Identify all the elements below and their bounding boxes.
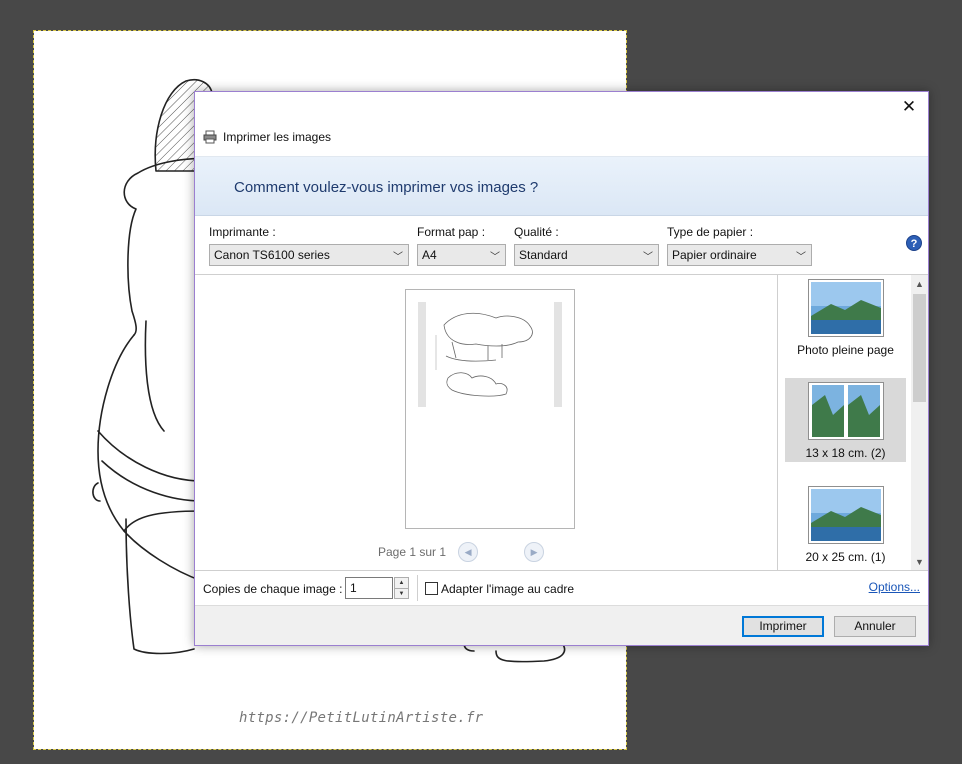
arrow-left-icon: ◀ xyxy=(464,546,472,557)
dialog-titlebar: Imprimer les images xyxy=(203,128,331,146)
chevron-down-icon: ﹀ xyxy=(643,252,653,263)
page-preview xyxy=(405,289,575,529)
paper-type-select[interactable]: Papier ordinaire ﹀ xyxy=(667,244,812,266)
layout-thumbnail xyxy=(807,382,884,440)
layout-label: 20 x 25 cm. (1) xyxy=(805,550,886,564)
scroll-down-icon[interactable]: ▼ xyxy=(915,557,924,567)
layout-thumbnail xyxy=(807,486,884,544)
printer-control: Imprimante : Canon TS6100 series ﹀ xyxy=(209,225,409,266)
copies-spinner: ▲ ▼ xyxy=(394,577,409,599)
layout-item-20x25[interactable]: 20 x 25 cm. (1) xyxy=(785,482,906,566)
divider xyxy=(417,575,418,601)
next-page-button[interactable]: ▶ xyxy=(524,542,545,562)
arrow-right-icon: ▶ xyxy=(530,546,538,557)
layout-list: Photo pleine page 13 x 18 cm. (2) 20 x 2… xyxy=(777,274,911,570)
paper-type-label: Type de papier : xyxy=(667,225,754,239)
printer-icon xyxy=(203,130,217,144)
close-button[interactable]: ✕ xyxy=(896,95,922,119)
paper-size-label: Format pap : xyxy=(417,225,486,239)
print-settings-row: Imprimante : Canon TS6100 series ﹀ Forma… xyxy=(195,222,928,274)
copies-label: Copies de chaque image : xyxy=(203,582,343,596)
printer-value: Canon TS6100 series xyxy=(214,248,330,262)
paper-type-value: Papier ordinaire xyxy=(672,248,757,262)
quality-select[interactable]: Standard ﹀ xyxy=(514,244,659,266)
page-navigation: Page 1 sur 1 ◀ ▶ xyxy=(378,541,578,563)
printer-label: Imprimante : xyxy=(209,225,276,239)
layout-label: Photo pleine page xyxy=(797,343,894,357)
paper-size-control: Format pap : A4 ﹀ xyxy=(417,225,506,266)
quality-label: Qualité : xyxy=(514,225,559,239)
two-photos-icon xyxy=(811,385,880,437)
paper-type-control: Type de papier : Papier ordinaire ﹀ xyxy=(667,225,812,266)
cancel-button[interactable]: Annuler xyxy=(834,616,916,637)
page-indicator: Page 1 sur 1 xyxy=(378,545,447,559)
increment-button[interactable]: ▲ xyxy=(395,578,408,588)
quality-value: Standard xyxy=(519,248,568,262)
scrollbar-thumb[interactable] xyxy=(913,294,926,402)
landscape-photo-icon xyxy=(810,282,881,334)
paper-size-select[interactable]: A4 ﹀ xyxy=(417,244,506,266)
dialog-question: Comment voulez-vous imprimer vos images … xyxy=(234,179,539,196)
close-icon: ✕ xyxy=(901,97,917,116)
landscape-photo-icon xyxy=(810,489,881,541)
print-preview-pane: Page 1 sur 1 ◀ ▶ xyxy=(195,274,777,570)
help-icon[interactable]: ? xyxy=(906,235,922,251)
layout-item-13x18[interactable]: 13 x 18 cm. (2) xyxy=(785,378,906,462)
fit-to-frame-checkbox[interactable] xyxy=(425,582,438,595)
chevron-down-icon: ﹀ xyxy=(796,252,806,263)
decrement-button[interactable]: ▼ xyxy=(395,588,408,598)
layout-label: 13 x 18 cm. (2) xyxy=(805,446,886,460)
scroll-up-icon[interactable]: ▲ xyxy=(915,279,924,289)
copies-input[interactable]: 1 xyxy=(345,577,393,599)
copies-row: Copies de chaque image : 1 ▲ ▼ Adapter l… xyxy=(195,570,928,605)
fit-to-frame-label[interactable]: Adapter l'image au cadre xyxy=(441,582,574,596)
dialog-footer: Imprimer Annuler xyxy=(195,605,928,645)
chevron-down-icon: ﹀ xyxy=(490,252,500,263)
dialog-title: Imprimer les images xyxy=(223,130,332,144)
layout-item-full-page[interactable]: Photo pleine page xyxy=(785,275,906,359)
printer-select[interactable]: Canon TS6100 series ﹀ xyxy=(209,244,409,266)
page-preview-drawing xyxy=(418,302,562,407)
print-images-dialog: ✕ Imprimer les images Comment voulez-vou… xyxy=(194,91,929,646)
watermark-text: https://PetitLutinArtiste.fr xyxy=(239,710,484,726)
paper-size-value: A4 xyxy=(422,248,437,262)
chevron-down-icon: ﹀ xyxy=(393,252,403,263)
header-band: Comment voulez-vous imprimer vos images … xyxy=(195,156,928,216)
quality-control: Qualité : Standard ﹀ xyxy=(514,225,659,266)
options-link[interactable]: Options... xyxy=(869,580,920,594)
layout-thumbnail xyxy=(807,279,884,337)
previous-page-button[interactable]: ◀ xyxy=(458,542,479,562)
print-button[interactable]: Imprimer xyxy=(742,616,824,637)
layout-scrollbar[interactable]: ▲ ▼ xyxy=(911,274,928,570)
